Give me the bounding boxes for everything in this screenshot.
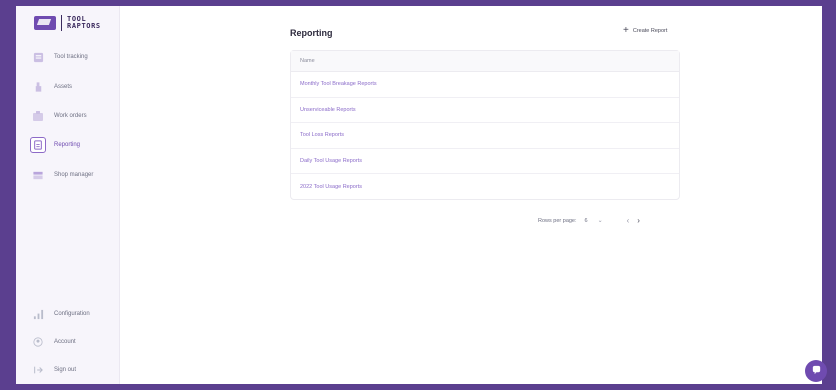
chat-icon [811,362,822,380]
plus-icon: + [623,25,629,36]
sidebar-item-shop-manager[interactable]: Shop manager [24,164,112,186]
report-link[interactable]: 2022 Tool Usage Reports [300,184,362,190]
sidebar-item-configuration[interactable]: Configuration [24,303,112,325]
table-row[interactable]: Unserviceable Reports [291,98,679,123]
rows-per-page-label: Rows per page: [538,217,577,224]
reporting-icon [30,137,46,153]
sidebar-item-assets[interactable]: Assets [24,76,112,98]
main-content: Reporting + Create Report Name Monthly T… [120,6,822,384]
table-row[interactable]: Monthly Tool Breakage Reports [291,72,679,98]
report-link[interactable]: Daily Tool Usage Reports [300,158,362,164]
rows-per-page-select[interactable]: 6 [585,218,588,224]
column-header-name: Name [300,58,315,64]
table-row[interactable]: 2022 Tool Usage Reports [291,174,679,200]
page-title: Reporting [290,28,333,38]
shop-manager-icon [32,169,44,181]
sidebar-item-label: Sign out [54,367,77,373]
sidebar-item-label: Work orders [54,113,87,119]
sidebar-item-label: Configuration [54,311,90,317]
logo-text: TOOL RAPTORS [67,16,101,30]
sidebar-item-account[interactable]: Account [24,331,112,353]
sign-out-icon [32,364,44,376]
configuration-icon [32,308,44,320]
sidebar-item-label: Shop manager [54,172,94,178]
report-link[interactable]: Monthly Tool Breakage Reports [300,81,377,87]
chevron-down-icon[interactable]: ⌄ [598,217,603,224]
sidebar: TOOL RAPTORS Tool tracking Assets Work o… [16,6,120,384]
sidebar-item-tool-tracking[interactable]: Tool tracking [24,46,112,68]
sidebar-item-work-orders[interactable]: Work orders [24,105,112,127]
next-page-button[interactable]: › [637,216,640,225]
logo-line-2: RAPTORS [67,22,101,30]
report-link[interactable]: Tool Loss Reports [300,132,344,138]
table-row[interactable]: Tool Loss Reports [291,123,679,149]
pagination: Rows per page: 6 ⌄ ‹ › [538,216,644,225]
account-icon [32,336,44,348]
assets-icon [32,81,44,93]
report-link[interactable]: Unserviceable Reports [300,107,356,113]
logo-divider [61,15,62,31]
sidebar-item-label: Reporting [54,142,81,148]
sidebar-item-label: Assets [54,84,73,90]
sidebar-item-label: Tool tracking [54,54,88,60]
work-orders-icon [32,110,44,122]
sidebar-item-sign-out[interactable]: Sign out [24,359,112,381]
create-report-label: Create Report [632,28,668,34]
sidebar-item-reporting[interactable]: Reporting [24,134,112,156]
table-row[interactable]: Daily Tool Usage Reports [291,149,679,174]
create-report-button[interactable]: + Create Report [623,26,667,36]
tool-tracking-icon [32,51,44,63]
table-header: Name [291,51,679,72]
logo[interactable]: TOOL RAPTORS [34,15,101,31]
logo-mark-icon [34,16,56,30]
previous-page-button[interactable]: ‹ [627,216,630,225]
chat-support-button[interactable] [805,360,827,382]
app-window: TOOL RAPTORS Tool tracking Assets Work o… [16,6,822,384]
sidebar-item-label: Account [54,339,76,345]
reports-table: Name Monthly Tool Breakage Reports Unser… [290,50,680,200]
